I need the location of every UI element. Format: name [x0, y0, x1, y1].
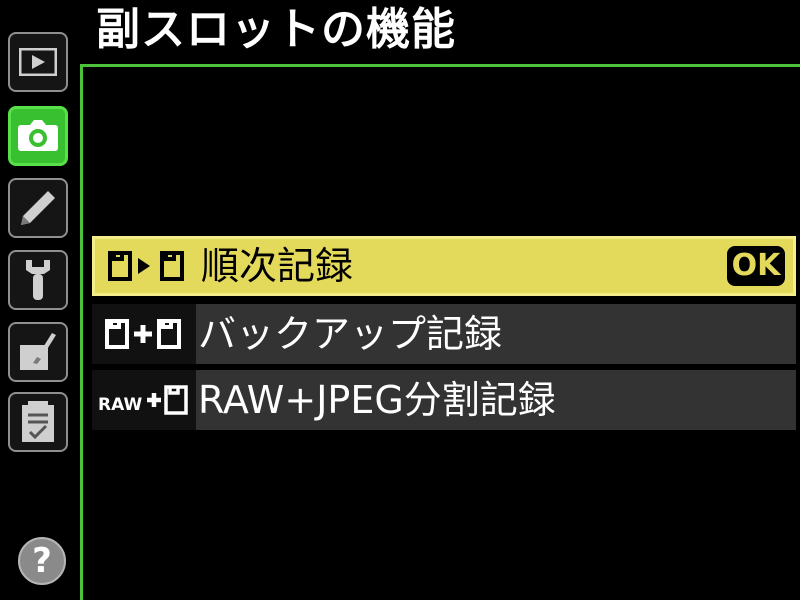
tab-custom-settings[interactable] [8, 178, 68, 238]
help-icon: ? [32, 541, 52, 581]
option-backup-recording[interactable]: バックアップ記録 [92, 304, 796, 364]
option-overflow-recording[interactable]: 順次記録 OK [92, 236, 796, 296]
raw-text: RAW [98, 395, 142, 415]
camera-icon [16, 119, 60, 153]
tab-shooting[interactable] [8, 106, 68, 166]
backup-icon [92, 304, 196, 364]
option-label: RAW+JPEG分割記録 [198, 378, 556, 422]
option-raw-jpeg-separate[interactable]: RAW RAW+JPEG分割記録 [92, 370, 796, 430]
tab-my-menu[interactable] [8, 392, 68, 452]
play-icon [19, 48, 57, 76]
option-label: 順次記録 [201, 244, 354, 288]
tab-setup[interactable] [8, 250, 68, 310]
overflow-icon [95, 239, 199, 293]
raw-jpeg-icon: RAW [92, 370, 196, 430]
option-label: バックアップ記録 [198, 312, 503, 356]
pencil-icon [18, 188, 58, 228]
tab-playback[interactable] [8, 32, 68, 92]
menu-tab-sidebar: ? [0, 0, 80, 600]
wrench-icon [20, 258, 56, 302]
ok-button-icon: OK [727, 246, 785, 286]
help-button[interactable]: ? [18, 537, 66, 585]
brush-icon [17, 331, 59, 373]
menu-title: 副スロットの機能 [96, 4, 456, 55]
tab-retouch[interactable] [8, 322, 68, 382]
list-icon [19, 400, 57, 444]
